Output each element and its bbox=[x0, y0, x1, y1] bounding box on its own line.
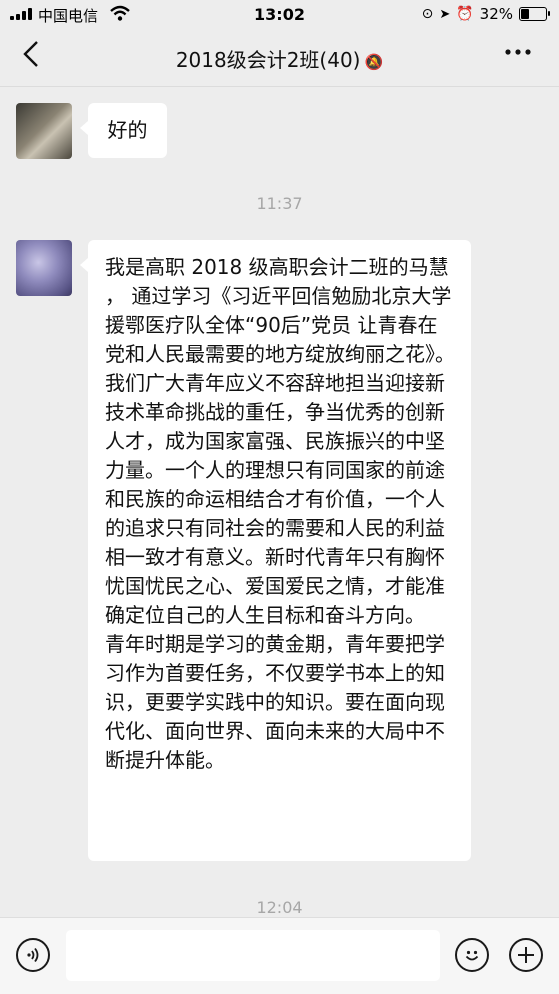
message-paragraph: 我是高职 2018 级高职会计二班的马慧 ， 通过学习《习近平回信勉励北京大学援… bbox=[105, 255, 455, 366]
message-input[interactable] bbox=[66, 930, 440, 981]
voice-icon[interactable] bbox=[16, 938, 50, 972]
chat-title-text: 2018级会计2班(40) bbox=[175, 48, 361, 72]
location-icon: ➤ bbox=[439, 6, 451, 22]
orientation-lock-icon: ⊙ bbox=[421, 6, 434, 22]
more-icon[interactable] bbox=[505, 42, 531, 68]
emoji-icon[interactable] bbox=[455, 938, 489, 972]
alarm-icon: ⏰ bbox=[456, 6, 474, 22]
chat-title: 2018级会计2班(40) 🔕 bbox=[0, 44, 559, 73]
message-bubble[interactable]: 好的 bbox=[80, 103, 167, 158]
message-bubble[interactable]: 我是高职 2018 级高职会计二班的马慧 ， 通过学习《习近平回信勉励北京大学援… bbox=[80, 240, 471, 861]
chat-header: 2018级会计2班(40) 🔕 bbox=[0, 30, 559, 86]
divider bbox=[0, 86, 559, 87]
battery-percent: 32% bbox=[479, 5, 513, 23]
timestamp: 12:04 bbox=[256, 898, 303, 917]
message-text: 好的 bbox=[107, 118, 148, 142]
status-bar: 中国电信 13:02 ⊙ ➤ ⏰ 32% bbox=[0, 0, 559, 30]
bell-muted-icon: 🔕 bbox=[364, 53, 384, 71]
input-bar bbox=[0, 917, 559, 994]
avatar[interactable] bbox=[16, 103, 72, 159]
message-paragraph: 青年时期是学习的黄金期，青年要把学习作为首要任务，不仅要学书本上的知识，更要学实… bbox=[105, 632, 445, 772]
timestamp: 11:37 bbox=[256, 194, 303, 213]
avatar[interactable] bbox=[16, 240, 72, 296]
plus-icon[interactable] bbox=[509, 938, 543, 972]
message-paragraph: 我们广大青年应义不容辞地担当迎接新技术革命挑战的重任，争当优秀的创新人才，成为国… bbox=[105, 371, 445, 627]
battery-icon bbox=[519, 7, 550, 21]
